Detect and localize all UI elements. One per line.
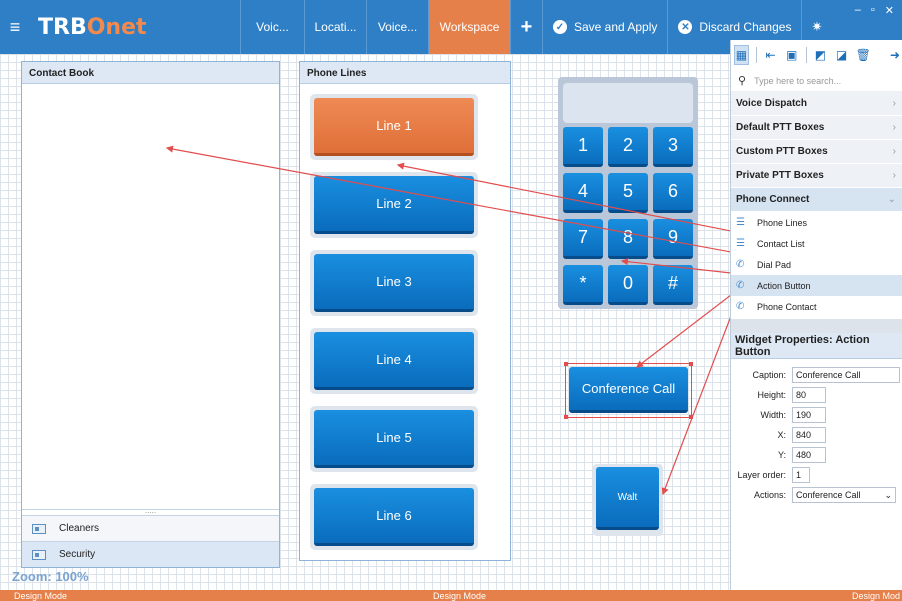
arrow-phone-contact [661, 316, 730, 496]
tab-location[interactable]: Locati... [304, 0, 366, 54]
widget-label: Phone Contact [757, 301, 817, 312]
tab-workspace[interactable]: Workspace [428, 0, 510, 54]
save-apply-button[interactable]: ✓ Save and Apply [542, 0, 667, 54]
widget-label: Action Button [757, 280, 811, 291]
prop-label: Layer order: [737, 470, 786, 480]
category-phone-connect[interactable]: Phone Connect ⌄ [731, 188, 902, 212]
status-center: Design Mode [432, 590, 487, 601]
properties-title: Widget Properties: Action Button [731, 333, 902, 359]
send-back-icon[interactable]: ◪ [835, 45, 849, 65]
panel-divider [731, 319, 902, 333]
layer-input[interactable]: 1 [792, 467, 810, 483]
caption-input[interactable]: Conference Call [792, 367, 900, 383]
discard-changes-label: Discard Changes [699, 20, 792, 34]
category-default-ptt[interactable]: Default PTT Boxes › [731, 116, 902, 140]
close-circle-icon: ✕ [678, 20, 693, 34]
y-input[interactable]: 480 [792, 447, 826, 463]
save-apply-label: Save and Apply [574, 20, 658, 34]
widget-label: Contact List [757, 238, 805, 249]
pin-icon[interactable]: ➜ [888, 45, 902, 65]
chevron-right-icon: › [892, 170, 896, 181]
prop-x: X: 840 [731, 425, 902, 445]
prop-label: Height: [757, 390, 786, 400]
logo-accent-text: Onet [86, 14, 147, 40]
widget-action-button[interactable]: ✆ Action Button [731, 275, 902, 296]
check-icon: ✓ [553, 20, 567, 34]
list-icon: ☰ [736, 217, 745, 228]
grid-icon[interactable]: ▦ [734, 45, 749, 65]
height-input[interactable]: 80 [792, 387, 826, 403]
phone-icon: ✆ [736, 301, 745, 312]
phone-icon: ✆ [736, 280, 745, 291]
widget-label: Phone Lines [757, 217, 808, 228]
maximize-icon[interactable]: ▫ [871, 4, 875, 16]
status-right: Design Mod [851, 590, 900, 601]
logo-text: TRB [38, 14, 87, 40]
search-icon: ⚲ [738, 75, 747, 87]
prop-y: Y: 480 [731, 445, 902, 465]
widget-toolbar: ▦ ⇤ ▣ ◩ ◪ 🗑 ➜ [731, 40, 902, 70]
chevron-right-icon: › [892, 146, 896, 157]
prop-layer: Layer order: 1 [731, 465, 902, 485]
actions-value: Conference Call [796, 490, 861, 500]
add-tab-button[interactable]: + [510, 0, 542, 54]
bring-front-icon[interactable]: ◩ [813, 45, 827, 65]
widget-dial-pad[interactable]: ✆ Dial Pad [731, 254, 902, 275]
arrow-contact-list [165, 145, 730, 253]
widget-phone-contact[interactable]: ✆ Phone Contact [731, 296, 902, 317]
prop-label: Actions: [753, 490, 786, 500]
widget-link-arrows [165, 145, 730, 496]
properties-form: Caption: Conference Call Height: 80 Width:… [731, 359, 902, 505]
widget-label: Dial Pad [757, 259, 792, 270]
widget-side-panel: ▦ ⇤ ▣ ◩ ◪ 🗑 ➜ ⚲ Type here to search... V… [730, 40, 902, 590]
category-label: Voice Dispatch [736, 98, 807, 109]
arrow-dial-pad [620, 258, 730, 274]
toolbar-separator [755, 47, 757, 63]
category-label: Phone Connect [736, 194, 810, 205]
save-layout-icon[interactable]: ▣ [785, 45, 799, 65]
prop-caption: Caption: Conference Call [731, 365, 902, 385]
prop-label: X: [777, 430, 786, 440]
status-left: Design Mode [14, 590, 68, 601]
widget-contact-list[interactable]: ☰ Contact List [731, 233, 902, 254]
category-label: Custom PTT Boxes [736, 146, 828, 157]
prop-height: Height: 80 [731, 385, 902, 405]
tab-voice[interactable]: Voice... [366, 0, 428, 54]
category-voice-dispatch[interactable]: Voice Dispatch › [731, 92, 902, 116]
status-bar: Design Mode Design Mode Design Mod [0, 590, 902, 601]
chevron-down-icon: ⌄ [887, 194, 896, 205]
chevron-down-icon: ⌄ [884, 490, 892, 500]
delete-icon[interactable]: 🗑 [856, 45, 871, 65]
chevron-right-icon: › [892, 98, 896, 109]
x-input[interactable]: 840 [792, 427, 826, 443]
category-custom-ptt[interactable]: Custom PTT Boxes › [731, 140, 902, 164]
category-label: Private PTT Boxes [736, 170, 824, 181]
app-logo: TRB Onet [30, 0, 240, 54]
menu-icon[interactable]: ≡ [0, 0, 30, 54]
phone-icon: ✆ [736, 259, 745, 270]
toolbar-separator [805, 47, 807, 63]
chevron-right-icon: › [892, 122, 896, 133]
minimize-icon[interactable]: – [855, 4, 861, 16]
align-icon[interactable]: ⇤ [763, 45, 777, 65]
prop-label: Y: [777, 450, 786, 460]
search-placeholder: Type here to search... [754, 75, 842, 86]
design-canvas[interactable]: Contact Book ..... Cleaners Security Pho… [0, 54, 730, 590]
tab-voice-dispatch[interactable]: Voic... [240, 0, 304, 54]
close-window-icon[interactable]: ✕ [885, 4, 894, 17]
category-private-ptt[interactable]: Private PTT Boxes › [731, 164, 902, 188]
prop-width: Width: 190 [731, 405, 902, 425]
width-input[interactable]: 190 [792, 407, 826, 423]
prop-label: Width: [760, 410, 786, 420]
widget-phone-lines[interactable]: ☰ Phone Lines [731, 212, 902, 233]
widget-search[interactable]: ⚲ Type here to search... [731, 70, 902, 92]
prop-actions: Actions: Conference Call ⌄ [731, 485, 902, 505]
actions-select[interactable]: Conference Call ⌄ [792, 487, 896, 503]
category-label: Default PTT Boxes [736, 122, 825, 133]
prop-label: Caption: [752, 370, 786, 380]
list-icon: ☰ [736, 238, 745, 249]
